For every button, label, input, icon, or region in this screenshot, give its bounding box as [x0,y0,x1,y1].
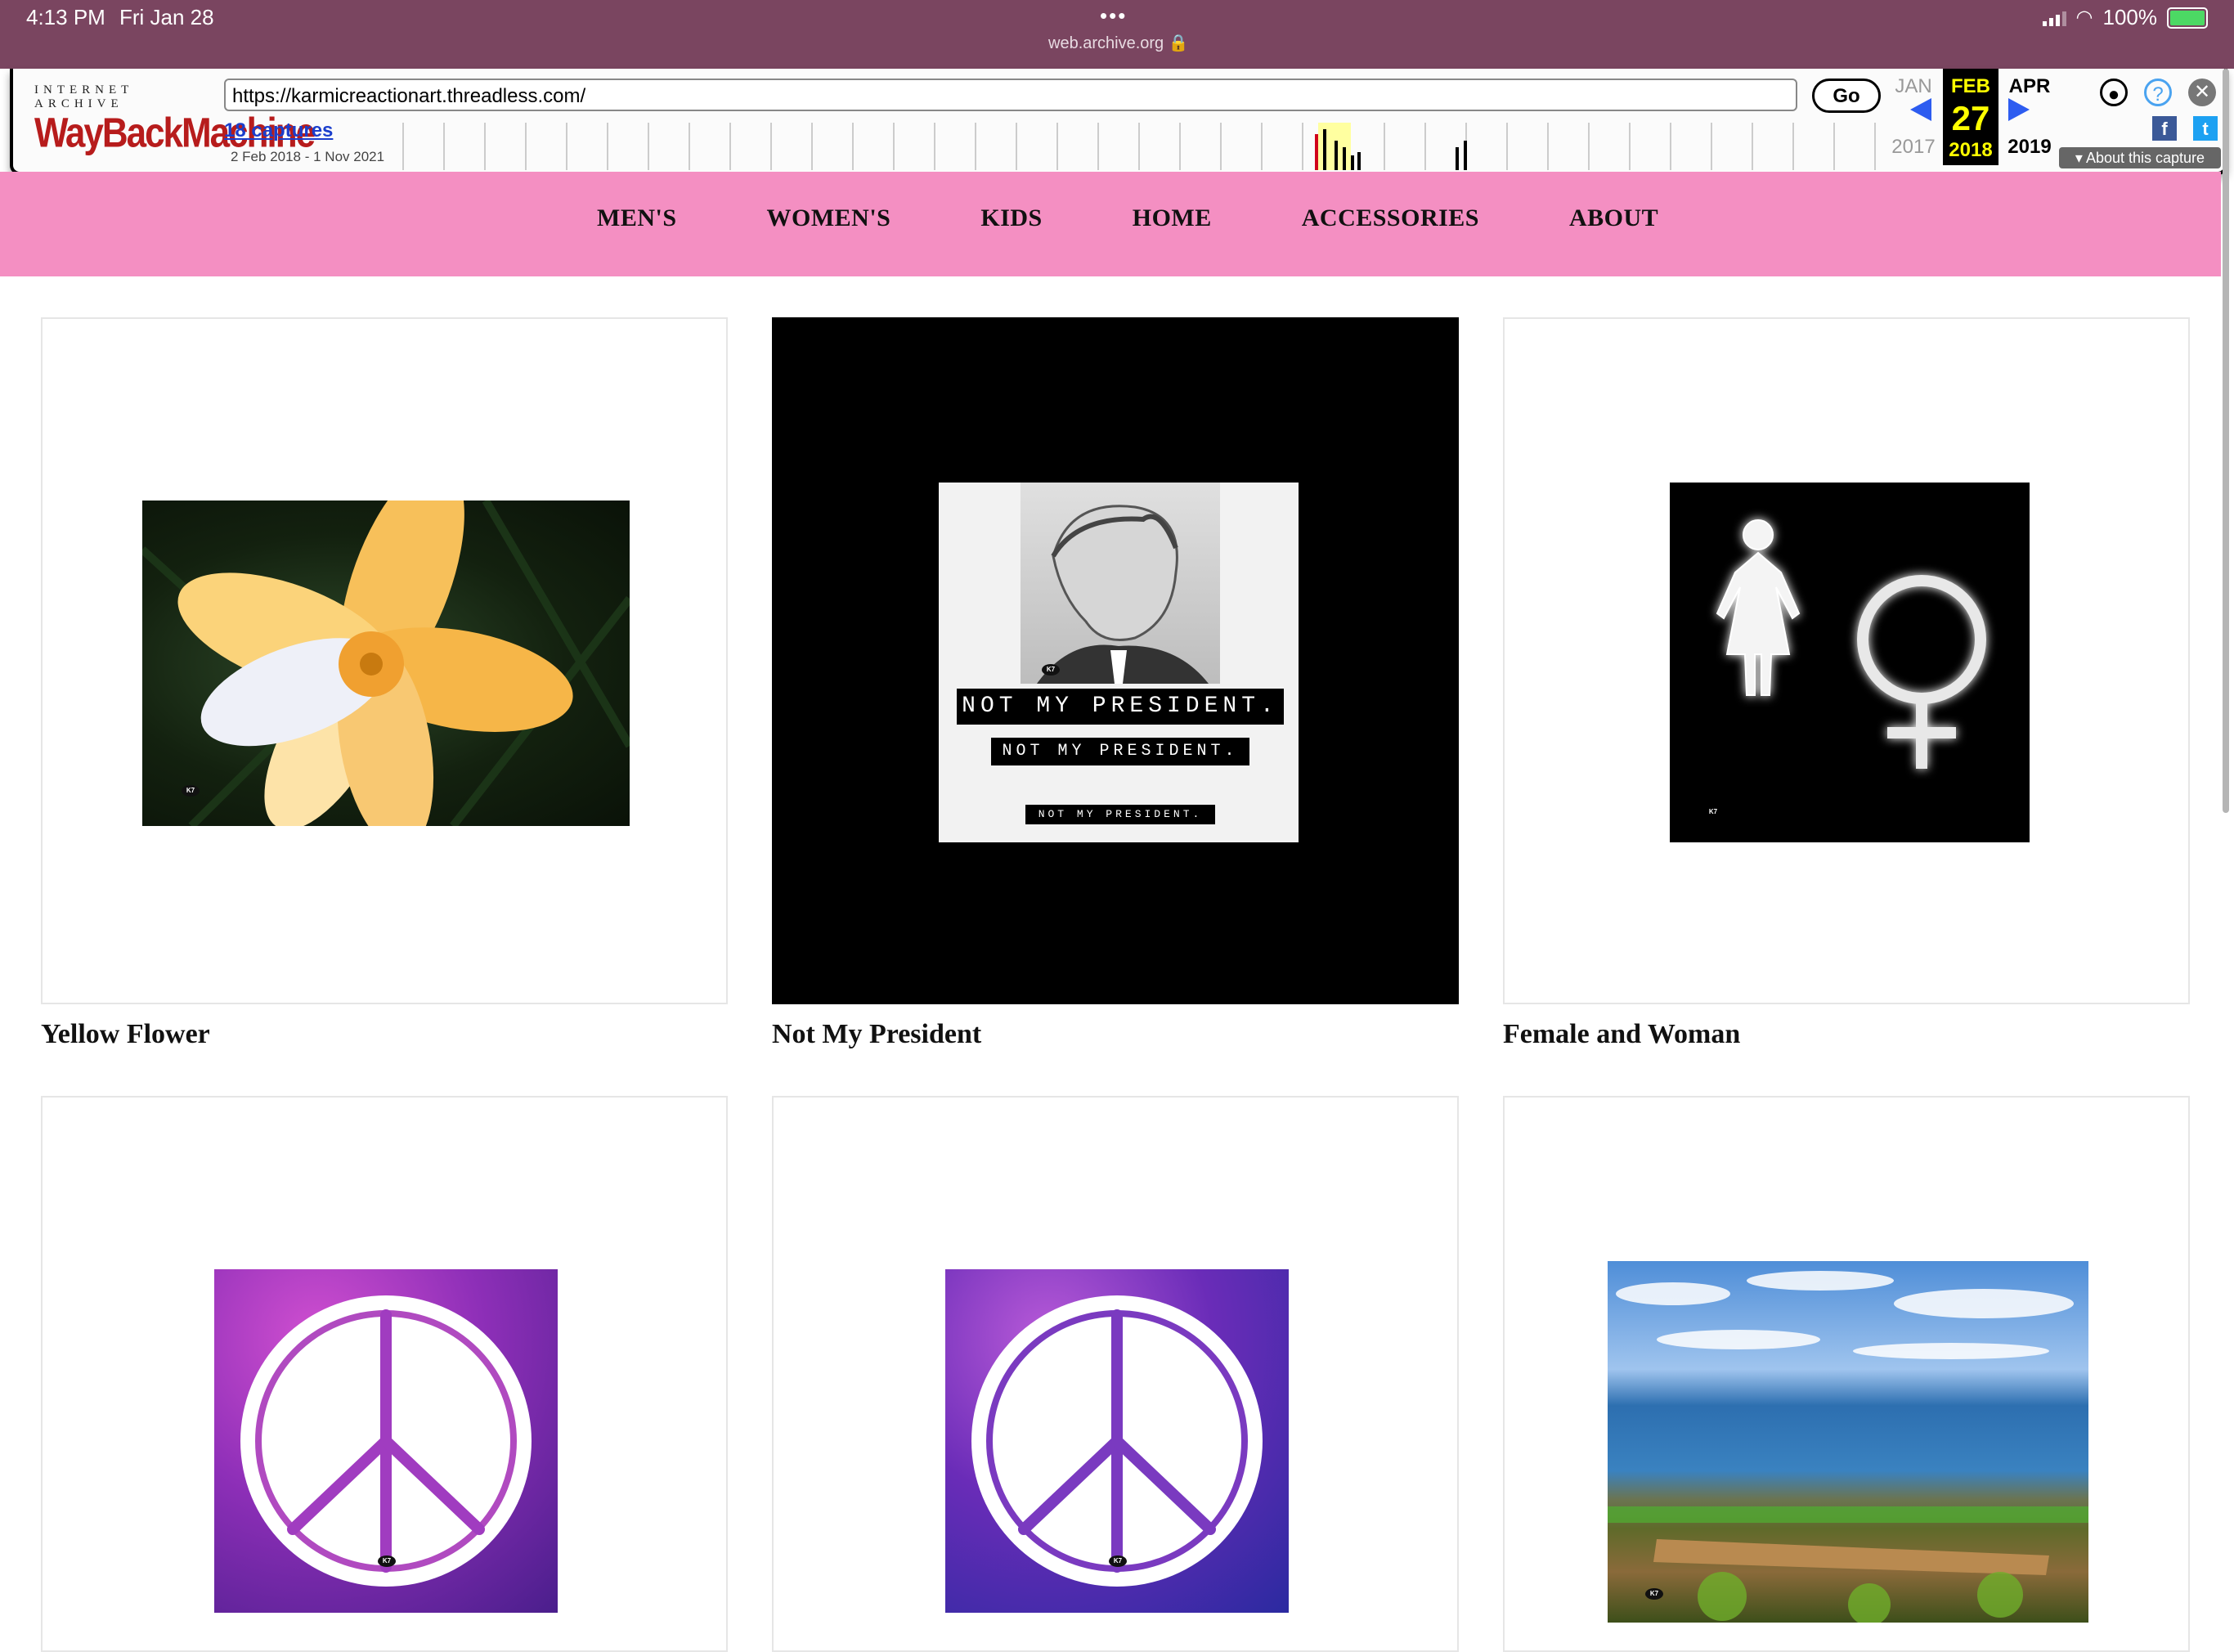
multitasking-dots-icon[interactable]: ••• [1100,3,1127,29]
nmp-label-large: NOT MY PRESIDENT. [957,689,1284,725]
product-card-yellow-flower[interactable]: K7 [41,317,728,1004]
product-title[interactable]: Not My President [772,1019,981,1050]
product-title[interactable]: Female and Woman [1503,1019,1740,1050]
captures-link[interactable]: 18 captures [224,119,333,142]
nav-womens[interactable]: WOMEN'S [767,204,891,232]
help-icon[interactable]: ? [2144,79,2172,106]
k7-badge: K7 [182,785,200,797]
next-capture-arrow-icon[interactable] [2008,98,2030,121]
close-icon[interactable]: ✕ [2188,79,2216,106]
portrait-sketch: K7 [1021,483,1220,684]
nav-mens[interactable]: MEN'S [597,204,677,232]
battery-percent: 100% [2102,5,2158,29]
lake-shore-artwork[interactable]: K7 [1608,1261,2088,1623]
next-month: APR [2008,75,2051,97]
k7-badge: K7 [1109,1555,1127,1567]
wayback-icons: ● ? ✕ [2100,79,2216,106]
ios-status-bar: 4:13 PM Fri Jan 28 ••• web.archive.org 🔒… [0,0,2234,69]
sparkline-bar [1357,152,1361,170]
peace-sign-blue-artwork[interactable]: K7 [945,1269,1289,1613]
sparkline-bar [1315,134,1318,170]
cur-day: 27 [1951,99,1990,137]
product-card-peace-pink[interactable]: K7 [41,1096,728,1652]
product-card-lake[interactable]: K7 [1503,1096,2190,1652]
portrait-svg [1037,505,1209,684]
nav-kids[interactable]: KIDS [980,204,1042,232]
product-title[interactable]: Yellow Flower [41,1019,210,1050]
capture-sparkline[interactable] [402,123,1884,170]
cur-year: 2018 [1949,139,1993,161]
wayback-logo-main: WayBackMachine [34,110,316,157]
product-card-peace-blue[interactable]: K7 [772,1096,1459,1652]
wifi-icon: ◠ [2075,7,2093,29]
status-date: Fri Jan 28 [119,5,214,29]
wayback-logo-top: INTERNET ARCHIVE [34,83,134,110]
prev-capture-arrow-icon[interactable] [1910,98,1931,121]
share-icons: f t [2152,116,2218,141]
nav-list: MEN'S WOMEN'S KIDS HOME ACCESSORIES ABOU… [597,204,1658,232]
nav-accessories[interactable]: ACCESSORIES [1302,204,1479,232]
wayback-toolbar: INTERNET ARCHIVE WayBackMachine https://… [10,69,2227,175]
user-icon[interactable]: ● [2100,79,2128,106]
peace-sign-pink-artwork[interactable]: K7 [214,1269,558,1613]
site-nav: MEN'S WOMEN'S KIDS HOME ACCESSORIES ABOU… [0,172,2221,276]
twitter-icon[interactable]: t [2193,116,2218,141]
prev-month: JAN [1895,75,1932,97]
product-card-female-and-woman[interactable]: K7 [1503,317,2190,1004]
k7-badge: K7 [1645,1588,1663,1600]
about-capture-button[interactable]: ▾ About this capture [2059,147,2221,168]
signal-icon [2042,10,2066,26]
not-my-president-artwork[interactable]: K7 NOT MY PRESIDENT. NOT MY PRESIDENT. N… [939,483,1299,842]
sparkline-bar [1343,147,1346,170]
nmp-label-medium: NOT MY PRESIDENT. [991,738,1249,765]
status-right: ◠ 100% [2042,5,2208,30]
page-scrollbar[interactable] [2223,69,2229,813]
flower-svg [142,501,630,826]
female-symbols-artwork[interactable]: K7 [1670,483,2030,842]
k7-badge: K7 [1042,664,1060,676]
nav-about[interactable]: ABOUT [1569,204,1658,232]
sparkline-bar [1335,141,1338,170]
calendar-current: FEB 27 2018 [1943,69,1998,165]
k7-badge: K7 [378,1555,396,1567]
sparkline-bar [1464,141,1467,170]
yellow-flower-artwork[interactable]: K7 [142,501,630,826]
k7-badge: K7 [1704,806,1722,818]
sparkline-bar [1323,129,1326,170]
nav-home[interactable]: HOME [1133,204,1212,232]
sparkline-bar [1456,147,1459,170]
female-symbols-svg [1716,519,1986,769]
prev-year: 2017 [1891,136,1936,158]
capture-range: 2 Feb 2018 - 1 Nov 2021 [231,149,385,164]
wayback-logo[interactable]: INTERNET ARCHIVE WayBackMachine [34,83,316,156]
nmp-label-small: NOT MY PRESIDENT. [1025,805,1215,824]
wayback-url-input[interactable]: https://karmicreactionart.threadless.com… [224,79,1797,111]
facebook-icon[interactable]: f [2152,116,2177,141]
address-host[interactable]: web.archive.org 🔒 [1048,33,1189,53]
cur-month: FEB [1951,75,1990,97]
product-card-not-my-president[interactable]: K7 NOT MY PRESIDENT. NOT MY PRESIDENT. N… [772,317,1459,1004]
lake-svg [1608,1271,2088,1623]
battery-icon [2167,7,2208,29]
next-year: 2019 [2007,136,2052,158]
sparkline-bar [1351,155,1354,170]
go-button[interactable]: Go [1812,79,1881,113]
status-time: 4:13 PM [26,5,105,29]
